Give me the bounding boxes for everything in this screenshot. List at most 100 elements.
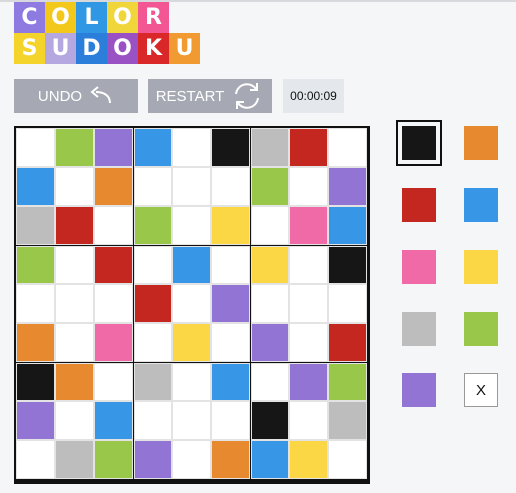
board-cell[interactable] [251,284,289,323]
board-cell[interactable] [94,363,133,401]
board-cell[interactable] [251,363,289,401]
board-cell[interactable] [16,167,55,206]
board-cell[interactable] [328,401,367,440]
board-cell[interactable] [289,363,328,401]
color-swatch-purple[interactable] [402,373,436,407]
board-cell[interactable] [172,167,211,206]
board-cell[interactable] [211,440,250,479]
board-cell[interactable] [55,246,94,284]
board-cell[interactable] [16,323,55,362]
board-cell[interactable] [328,167,367,206]
board-cell[interactable] [328,246,367,284]
board-cell[interactable] [55,401,94,440]
color-swatch-orange[interactable] [464,126,498,160]
board-cell[interactable] [172,128,211,167]
board-cell[interactable] [134,401,172,440]
board-cell[interactable] [16,246,55,284]
board-cell[interactable] [55,284,94,323]
logo-letter-tile: U [169,33,200,64]
board-cell[interactable] [16,401,55,440]
board-cell[interactable] [134,246,172,284]
board-cell[interactable] [289,323,328,362]
logo-letter-tile: O [107,33,138,64]
color-swatch-blue[interactable] [464,188,498,222]
board-cell[interactable] [94,206,133,245]
board-cell[interactable] [289,284,328,323]
board-cell[interactable] [251,206,289,245]
board-cell[interactable] [134,284,172,323]
board-cell[interactable] [134,167,172,206]
board-cell[interactable] [328,323,367,362]
board-cell[interactable] [211,323,250,362]
board-cell[interactable] [211,206,250,245]
board-cell[interactable] [211,128,250,167]
undo-button[interactable]: UNDO [14,79,138,113]
board-cell[interactable] [16,363,55,401]
board-cell[interactable] [328,128,367,167]
logo-word-color: COLOR [14,2,200,33]
board-cell[interactable] [251,401,289,440]
undo-label: UNDO [37,87,83,105]
board-cell[interactable] [134,363,172,401]
board-cell[interactable] [172,323,211,362]
board-cell[interactable] [94,128,133,167]
board-cell[interactable] [289,206,328,245]
board-cell[interactable] [211,167,250,206]
color-swatch-yellow[interactable] [464,250,498,284]
board-cell[interactable] [172,246,211,284]
board-cell[interactable] [55,363,94,401]
board-cell[interactable] [251,440,289,479]
board-cell[interactable] [328,363,367,401]
color-swatch-black[interactable] [396,120,442,166]
board-cell[interactable] [55,323,94,362]
board-cell[interactable] [251,167,289,206]
board-cell[interactable] [211,401,250,440]
board-cell[interactable] [172,440,211,479]
board-cell[interactable] [134,323,172,362]
board-cell[interactable] [251,323,289,362]
board-cell[interactable] [328,206,367,245]
board-cell[interactable] [55,128,94,167]
board-cell[interactable] [289,246,328,284]
board-cell[interactable] [16,284,55,323]
clear-swatch-button[interactable]: X [464,373,498,407]
board-cell[interactable] [16,206,55,245]
board-cell[interactable] [289,128,328,167]
color-swatch-red[interactable] [402,188,436,222]
board-cell[interactable] [172,206,211,245]
board-cell[interactable] [16,440,55,479]
logo-letter-tile: K [138,33,169,64]
board-cell[interactable] [94,284,133,323]
board-cell[interactable] [134,206,172,245]
board-cell[interactable] [289,167,328,206]
board-cell[interactable] [94,167,133,206]
board-cell[interactable] [251,246,289,284]
color-swatch-gray[interactable] [402,312,436,346]
color-swatch-green[interactable] [464,312,498,346]
board-cell[interactable] [134,128,172,167]
restart-button[interactable]: RESTART [148,79,272,113]
board-cell[interactable] [251,128,289,167]
board-cell[interactable] [94,401,133,440]
board-cell[interactable] [328,440,367,479]
board-cell[interactable] [94,246,133,284]
board-cell[interactable] [55,440,94,479]
board-cell[interactable] [328,284,367,323]
board-cell[interactable] [55,167,94,206]
restart-label: RESTART [155,87,225,105]
board-cell[interactable] [172,284,211,323]
board-cell[interactable] [134,440,172,479]
board-cell[interactable] [289,401,328,440]
board-cell[interactable] [172,363,211,401]
board-cell[interactable] [94,440,133,479]
board-cell[interactable] [172,401,211,440]
board-cell[interactable] [211,363,250,401]
board-cell[interactable] [211,284,250,323]
board-cell[interactable] [289,440,328,479]
board-cell[interactable] [16,128,55,167]
board-cell[interactable] [94,323,133,362]
board-cell[interactable] [211,246,250,284]
color-swatch-pink[interactable] [402,250,436,284]
board-cell[interactable] [55,206,94,245]
refresh-icon [235,83,260,109]
